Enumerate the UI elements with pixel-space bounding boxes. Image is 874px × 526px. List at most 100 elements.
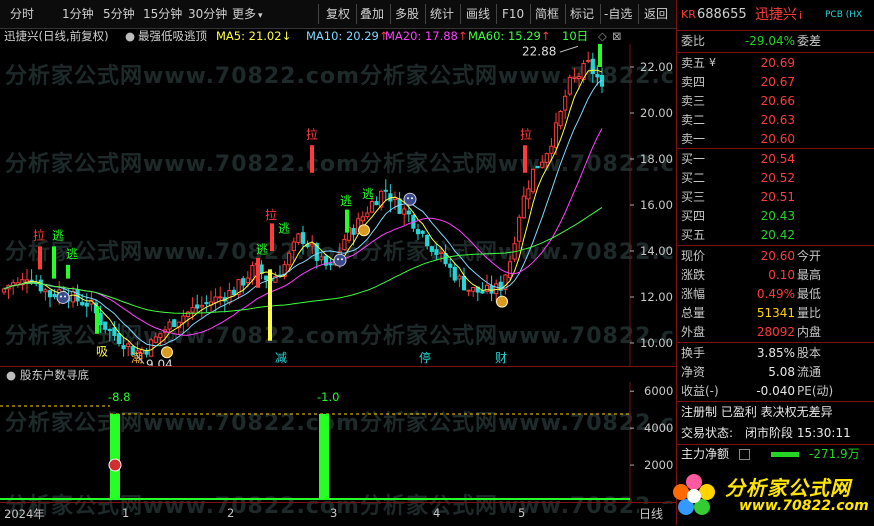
back-button[interactable]: 返回 xyxy=(644,5,668,23)
tab-15min[interactable]: 15分钟 xyxy=(143,5,182,23)
settings-dot-icon[interactable]: ● xyxy=(125,28,135,44)
money-bag-icon xyxy=(496,295,508,308)
holder-count-chart[interactable]: 600040002000 -8.8 -1.0 xyxy=(0,382,676,502)
mark-button[interactable]: 标记 xyxy=(570,5,594,23)
weibi-value: -29.04% xyxy=(744,34,795,48)
restore-rights-button[interactable]: 复权 xyxy=(326,5,350,23)
sell-price: 20.63 xyxy=(760,113,795,127)
face-icon xyxy=(56,290,70,304)
yuan-icon: ¥ xyxy=(709,56,716,69)
candle-body xyxy=(218,296,223,299)
close-icon[interactable]: ⊠ xyxy=(612,28,622,44)
info-icon[interactable]: i xyxy=(799,9,802,22)
tab-5min[interactable]: 5分钟 xyxy=(103,5,135,23)
candle-body xyxy=(291,241,296,252)
candle-body xyxy=(544,153,549,163)
candle-body xyxy=(310,243,315,247)
site-logo: 分析家公式网 www.70822.com xyxy=(673,466,874,525)
price-tick-label: 10.00 xyxy=(640,336,673,350)
divider xyxy=(318,4,319,24)
candle-body xyxy=(112,327,117,336)
candle-body xyxy=(494,283,499,295)
settings-dot-icon[interactable]: ● xyxy=(6,367,16,383)
list-icon[interactable] xyxy=(739,449,750,460)
price-tick-label: 18.00 xyxy=(640,152,673,166)
divider xyxy=(677,401,874,402)
candle-body xyxy=(107,329,112,332)
indicator-name[interactable]: 最强低吸逃顶 xyxy=(138,28,207,44)
tab-1min[interactable]: 1分钟 xyxy=(62,5,94,23)
ma5-value: MA5: 21.02↓ xyxy=(216,28,291,44)
divider xyxy=(677,245,874,246)
divider xyxy=(460,4,461,24)
quote-label: 现价 xyxy=(681,249,706,263)
candle-body xyxy=(452,266,457,281)
ma60-text: MA60: 15.29 xyxy=(468,29,541,43)
expand-icon[interactable]: ◇ xyxy=(598,28,607,44)
net-bar xyxy=(771,452,799,457)
statistics-button[interactable]: 统计 xyxy=(430,5,454,23)
sector-tag[interactable]: PCB (HX xyxy=(825,6,862,24)
simple-frame-button[interactable]: 简框 xyxy=(535,5,559,23)
sell-row: 卖四 20.67 xyxy=(677,73,874,91)
indicator-tick-label: 6000 xyxy=(644,384,673,398)
arrow-up-icon: ↑ xyxy=(457,29,468,43)
candle-body xyxy=(190,307,195,313)
signal-bar xyxy=(598,44,602,67)
buy-label: 买五 xyxy=(681,228,706,242)
holder-bar xyxy=(319,414,329,499)
candle-body xyxy=(351,227,356,235)
quote-row: 涨跌 0.10 最高 xyxy=(677,266,874,284)
indicator-title[interactable]: 股东户数寻底 xyxy=(20,367,89,383)
sell-row: 卖三 20.66 xyxy=(677,92,874,110)
stock-name-text: 迅捷兴 xyxy=(755,7,797,23)
candle-body xyxy=(402,208,407,215)
candle-body xyxy=(328,263,333,266)
candlestick-chart[interactable]: 拉逃逃吸拉逃逃拉逃 逃拉22.889.04潮减停财 22.0020.0018.00… xyxy=(0,44,676,366)
candle-body xyxy=(158,333,163,338)
logo-title: 分析家公式网 xyxy=(725,476,851,500)
quote-label: 最低 xyxy=(797,287,822,301)
candle-body xyxy=(1,288,7,293)
la-label: 拉 xyxy=(265,207,277,222)
candle-body xyxy=(319,256,324,261)
days-label: 10日 xyxy=(562,29,589,43)
marker-icon xyxy=(108,458,122,472)
holder-bar-label: -8.8 xyxy=(108,390,130,404)
candle-body xyxy=(121,345,126,350)
candle-body xyxy=(595,74,600,78)
remove-watchlist-button[interactable]: -自选 xyxy=(604,5,632,23)
tao-label: 逃 xyxy=(66,247,78,261)
multi-stock-button[interactable]: 多股 xyxy=(395,5,419,23)
net-label: 主力净额 xyxy=(681,447,730,461)
buy-label: 买三 xyxy=(681,190,706,204)
price-tick-label: 20.00 xyxy=(640,106,673,120)
buy-row: 买一 20.54 xyxy=(677,150,874,168)
candle-body xyxy=(507,261,513,278)
ma5-line xyxy=(3,69,603,352)
stat-label: 换手 xyxy=(681,346,706,360)
period-tab-daily[interactable]: 日线 xyxy=(639,504,675,524)
tab-30min[interactable]: 30分钟 xyxy=(188,5,227,23)
face-eye xyxy=(341,258,343,261)
candle-body xyxy=(429,246,434,252)
ma60-value: MA60: 15.29↑ xyxy=(468,28,551,44)
candle-body xyxy=(480,290,485,294)
candle-body xyxy=(204,302,209,305)
candle-body xyxy=(466,289,471,292)
stock-period-label: 迅捷兴(日线,前复权) xyxy=(4,29,109,43)
ma10-value: MA10: 20.29↑ xyxy=(306,28,389,44)
quote-label: 量比 xyxy=(797,306,822,320)
sell-label: 卖二 xyxy=(681,113,706,127)
ma10-line xyxy=(3,79,603,347)
ma10-text: MA10: 20.29 xyxy=(306,29,379,43)
overlay-button[interactable]: 叠加 xyxy=(360,5,384,23)
tab-more[interactable]: 更多 ▾ xyxy=(232,5,263,23)
draw-line-button[interactable]: 画线 xyxy=(466,5,490,23)
candle-body xyxy=(471,286,476,292)
signal-bar xyxy=(523,145,527,173)
tab-intraday[interactable]: 分时 xyxy=(10,5,34,23)
candle-body xyxy=(126,343,131,348)
f10-button[interactable]: F10 xyxy=(502,5,524,23)
flower-logo-icon xyxy=(673,474,715,515)
